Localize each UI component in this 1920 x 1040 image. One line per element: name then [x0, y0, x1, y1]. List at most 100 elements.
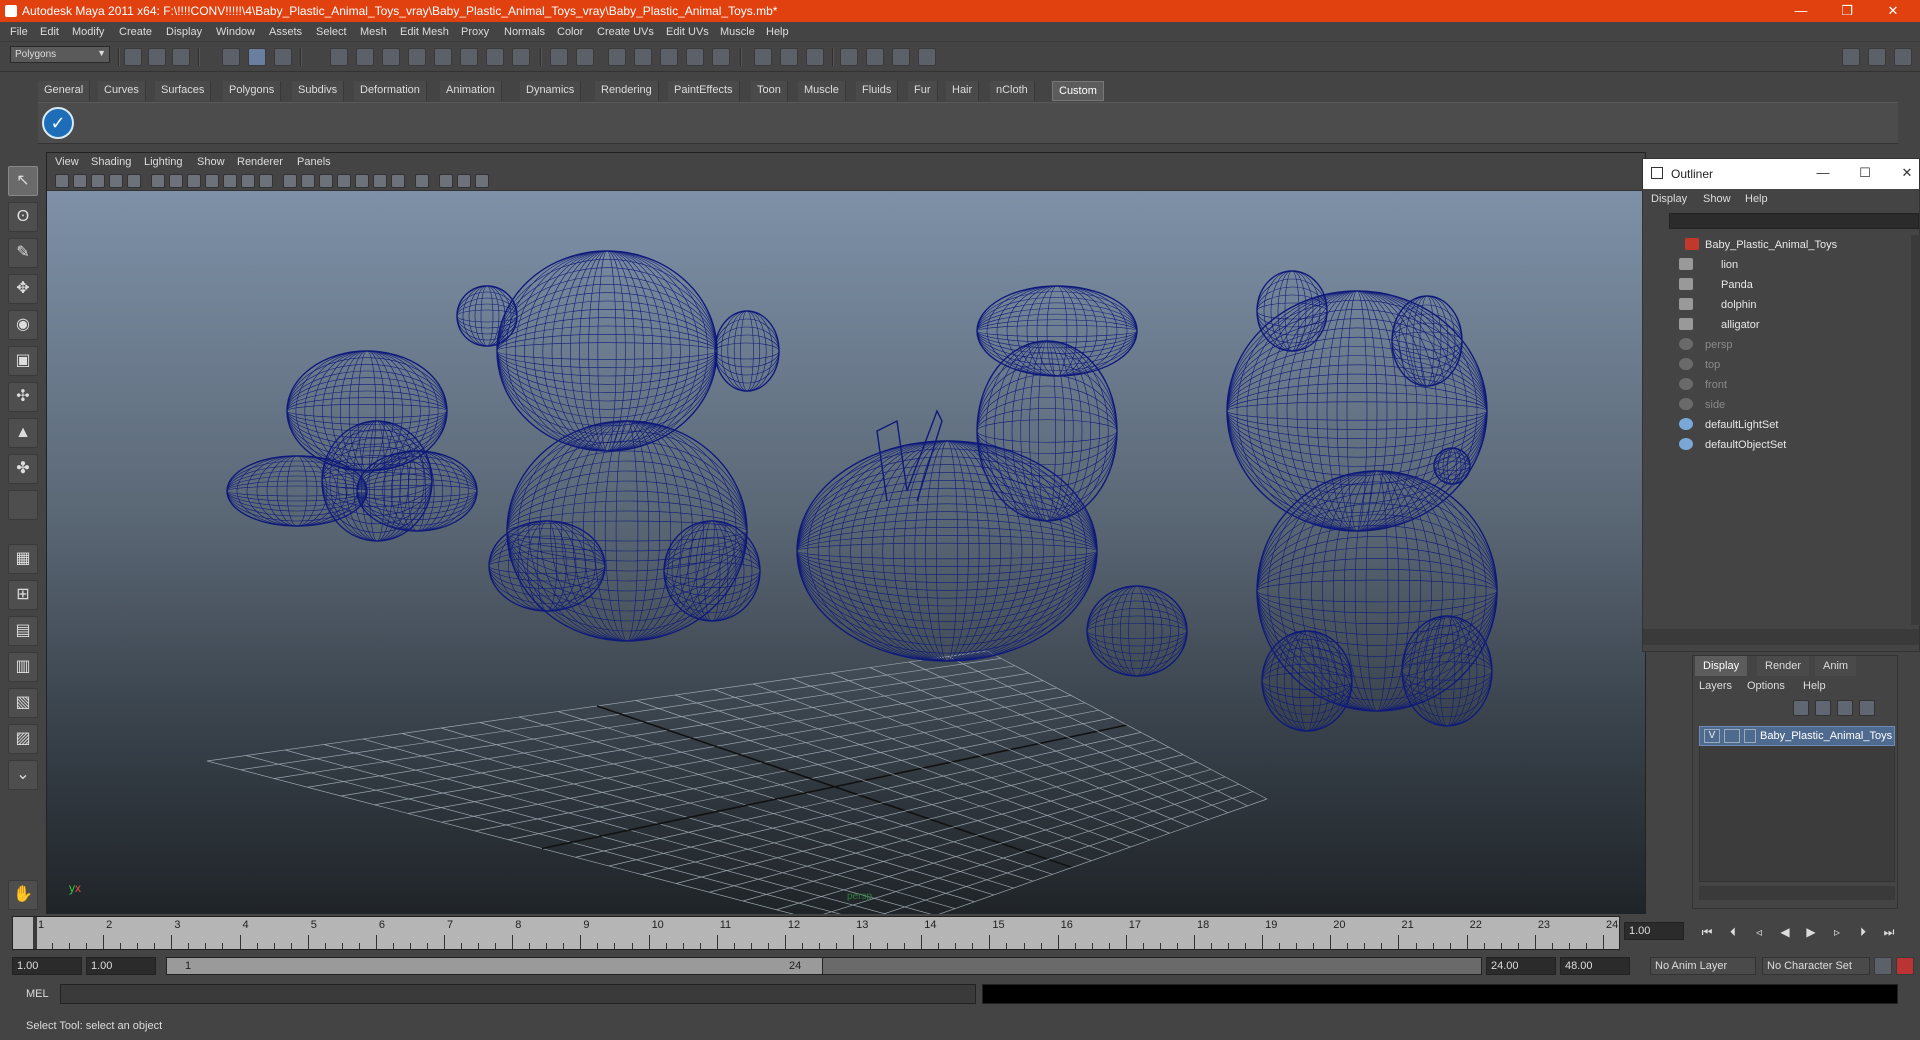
outliner-item[interactable]: defaultLightSet — [1649, 415, 1905, 435]
graph-hypershade-layout-icon[interactable]: ▨ — [8, 724, 38, 754]
range-slider[interactable]: 1 24 — [166, 957, 1482, 975]
four-view-layout-icon[interactable]: ⊞ — [8, 580, 38, 610]
outliner-item[interactable]: front — [1649, 375, 1905, 395]
history-icon[interactable] — [608, 48, 626, 66]
menu-proxy[interactable]: Proxy — [461, 26, 489, 38]
scale-tool-icon[interactable]: ▣ — [8, 346, 38, 376]
layer-visibility-toggle[interactable]: V — [1704, 729, 1720, 743]
menu-select[interactable]: Select — [316, 26, 347, 38]
step-forward-key-icon[interactable]: ▹ — [1828, 924, 1846, 940]
isolate-select-icon[interactable] — [415, 174, 429, 188]
current-time-marker[interactable] — [33, 917, 37, 949]
textured-icon[interactable] — [337, 174, 351, 188]
menu-normals[interactable]: Normals — [504, 26, 545, 38]
tab-animation[interactable]: Animation — [440, 81, 502, 101]
outliner-item[interactable]: defaultObjectSet — [1649, 435, 1905, 455]
layer-menu-options[interactable]: Options — [1747, 680, 1785, 692]
output-ops-icon[interactable] — [660, 48, 678, 66]
go-to-end-icon[interactable]: ⏭ — [1880, 924, 1898, 940]
viewport-menu-panels[interactable]: Panels — [297, 156, 331, 168]
menu-color[interactable]: Color — [557, 26, 583, 38]
layer-menu-help[interactable]: Help — [1803, 680, 1826, 692]
menu-window[interactable]: Window — [216, 26, 255, 38]
smooth-shade-icon[interactable] — [301, 174, 315, 188]
make-live-icon[interactable] — [434, 48, 452, 66]
tab-dynamics[interactable]: Dynamics — [520, 81, 582, 101]
show-tool-settings-icon[interactable] — [1868, 48, 1886, 66]
tab-hair[interactable]: Hair — [946, 81, 980, 101]
playblast-icon[interactable] — [918, 48, 936, 66]
grid-toggle-icon[interactable] — [151, 174, 165, 188]
play-backwards-icon[interactable]: ◀ — [1776, 924, 1794, 940]
gate-mask-icon[interactable] — [205, 174, 219, 188]
menu-create[interactable]: Create — [119, 26, 152, 38]
outliner-item[interactable]: persp — [1649, 335, 1905, 355]
dolphin-wireframe[interactable] — [796, 285, 1188, 677]
batch-render-icon[interactable] — [892, 48, 910, 66]
range-slider-handle[interactable] — [167, 958, 823, 974]
open-scene-icon[interactable] — [148, 48, 166, 66]
new-layer-icon[interactable] — [1837, 700, 1853, 716]
xray-icon[interactable] — [439, 174, 453, 188]
lock-selection-icon[interactable] — [550, 48, 568, 66]
outliner-minimize-button[interactable]: — — [1813, 165, 1833, 180]
viewport-menu-view[interactable]: View — [55, 156, 79, 168]
tab-surfaces[interactable]: Surfaces — [155, 81, 212, 101]
menu-mesh[interactable]: Mesh — [360, 26, 387, 38]
restore-button[interactable]: ❐ — [1824, 0, 1870, 22]
help-mask-icon[interactable] — [512, 48, 530, 66]
command-language-label[interactable]: MEL — [26, 988, 49, 1000]
tab-layer-render[interactable]: Render — [1757, 656, 1810, 676]
new-scene-icon[interactable] — [124, 48, 142, 66]
select-tool-icon[interactable]: ↖ — [8, 166, 38, 196]
outliner-vertical-scrollbar[interactable] — [1911, 235, 1920, 625]
outliner-item[interactable]: Baby_Plastic_Animal_Toys — [1649, 235, 1905, 255]
menu-muscle[interactable]: Muscle — [720, 26, 755, 38]
render-settings-icon[interactable] — [806, 48, 824, 66]
menu-help[interactable]: Help — [766, 26, 789, 38]
tab-layer-anim[interactable]: Anim — [1815, 656, 1857, 676]
character-set-dropdown[interactable]: No Character Set — [1762, 957, 1870, 975]
outliner-maximize-button[interactable]: ☐ — [1855, 165, 1875, 181]
menu-file[interactable]: File — [10, 26, 28, 38]
backface-culling-icon[interactable] — [475, 174, 489, 188]
shadows-icon[interactable] — [391, 174, 405, 188]
tab-subdivs[interactable]: Subdivs — [292, 81, 345, 101]
menu-edit-mesh[interactable]: Edit Mesh — [400, 26, 449, 38]
menu-edit-uvs[interactable]: Edit UVs — [666, 26, 709, 38]
go-to-start-icon[interactable]: ⏮ — [1698, 924, 1716, 940]
step-back-key-icon[interactable]: ◃ — [1750, 924, 1768, 940]
render-view-icon[interactable] — [866, 48, 884, 66]
move-tool-icon[interactable]: ✥ — [8, 274, 38, 304]
menu-display[interactable]: Display — [166, 26, 202, 38]
select-hierarchy-icon[interactable] — [222, 48, 240, 66]
outliner-filter-field[interactable] — [1669, 213, 1919, 229]
anim-layer-dropdown[interactable]: No Anim Layer — [1650, 957, 1756, 975]
two-d-pan-zoom-icon[interactable] — [127, 174, 141, 188]
tab-general[interactable]: General — [38, 81, 91, 101]
play-forwards-icon[interactable]: ▶ — [1802, 924, 1820, 940]
minimize-button[interactable]: — — [1778, 0, 1824, 22]
tab-ncloth[interactable]: nCloth — [990, 81, 1035, 101]
show-channel-box-icon[interactable] — [1894, 48, 1912, 66]
step-forward-frame-icon[interactable]: ⏵ — [1854, 924, 1872, 940]
construction-history-icon[interactable] — [686, 48, 704, 66]
menu-assets[interactable]: Assets — [269, 26, 302, 38]
layout-options-icon[interactable]: ⌄ — [8, 760, 38, 790]
wireframe-on-shaded-icon[interactable] — [319, 174, 333, 188]
checkmark-icon[interactable]: ✓ — [42, 107, 74, 139]
lasso-tool-icon[interactable]: ʘ — [8, 202, 38, 232]
new-layer-selected-icon[interactable] — [1859, 700, 1875, 716]
tab-layer-display[interactable]: Display — [1695, 656, 1748, 676]
paint-select-tool-icon[interactable]: ✎ — [8, 238, 38, 268]
tab-fluids[interactable]: Fluids — [856, 81, 899, 101]
panda-wireframe[interactable] — [456, 250, 780, 642]
snap-view-plane-icon[interactable] — [408, 48, 426, 66]
ipr-render-icon[interactable] — [780, 48, 798, 66]
safe-action-icon[interactable] — [241, 174, 255, 188]
hypershade-persp-layout-icon[interactable]: ▧ — [8, 688, 38, 718]
wireframe-icon[interactable] — [283, 174, 297, 188]
menu-modify[interactable]: Modify — [72, 26, 104, 38]
last-tool-icon[interactable] — [8, 490, 38, 520]
menu-set-dropdown[interactable]: Polygons ▼ — [10, 46, 110, 63]
